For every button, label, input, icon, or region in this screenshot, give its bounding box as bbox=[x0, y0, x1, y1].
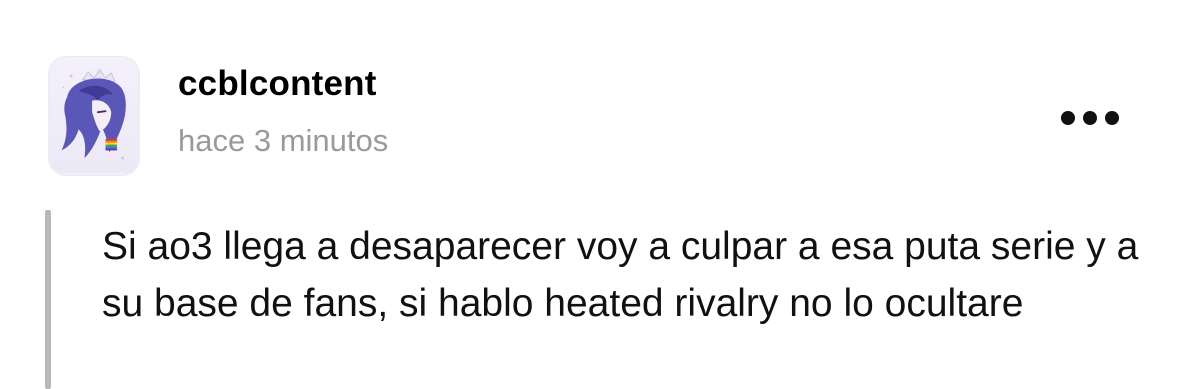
more-horizontal-icon bbox=[1105, 111, 1119, 125]
more-horizontal-icon bbox=[1061, 111, 1075, 125]
more-horizontal-icon bbox=[1083, 111, 1097, 125]
post-card: ccblcontent hace 3 minutos Si ao3 llega … bbox=[0, 0, 1179, 389]
post-timestamp: hace 3 minutos bbox=[178, 123, 389, 158]
anime-character-avatar-icon bbox=[50, 58, 138, 174]
post-body-text: Si ao3 llega a desaparecer voy a culpar … bbox=[102, 225, 1139, 325]
username[interactable]: ccblcontent bbox=[178, 62, 377, 106]
avatar[interactable] bbox=[48, 56, 140, 176]
quote-bar bbox=[45, 210, 51, 389]
more-options-button[interactable] bbox=[1052, 100, 1128, 136]
